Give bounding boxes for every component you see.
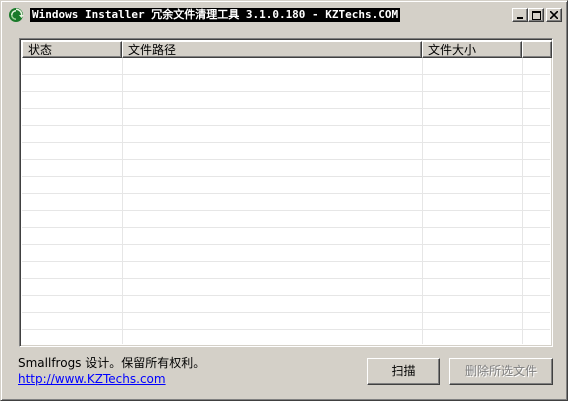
empty-row bbox=[22, 109, 550, 126]
website-link[interactable]: http://www.KZTechs.com bbox=[18, 372, 166, 386]
column-header-filler[interactable] bbox=[522, 41, 552, 58]
list-body[interactable] bbox=[22, 58, 550, 344]
title-bar[interactable]: Windows Installer 冗余文件清理工具 3.1.0.180 - K… bbox=[4, 4, 564, 26]
column-header-path[interactable]: 文件路径 bbox=[122, 41, 422, 58]
column-header-size[interactable]: 文件大小 bbox=[422, 41, 522, 58]
empty-row bbox=[22, 160, 550, 177]
app-recycle-icon[interactable] bbox=[8, 7, 24, 23]
close-button[interactable] bbox=[546, 8, 562, 22]
delete-selected-button[interactable]: 删除所选文件 bbox=[449, 358, 553, 385]
window-title: Windows Installer 冗余文件清理工具 3.1.0.180 - K… bbox=[30, 8, 401, 22]
file-list[interactable]: 状态 文件路径 文件大小 bbox=[19, 38, 553, 347]
empty-row bbox=[22, 143, 550, 160]
empty-row bbox=[22, 262, 550, 279]
empty-row bbox=[22, 211, 550, 228]
minimize-button[interactable] bbox=[512, 8, 528, 22]
maximize-button[interactable] bbox=[528, 8, 544, 22]
empty-row bbox=[22, 58, 550, 75]
empty-row bbox=[22, 279, 550, 296]
empty-row bbox=[22, 313, 550, 330]
empty-row bbox=[22, 330, 550, 346]
empty-row bbox=[22, 126, 550, 143]
close-icon bbox=[550, 11, 558, 19]
scan-button[interactable]: 扫描 bbox=[367, 358, 440, 385]
column-header-status[interactable]: 状态 bbox=[22, 41, 122, 58]
empty-row bbox=[22, 92, 550, 109]
copyright-text: Smallfrogs 设计。保留所有权利。 bbox=[18, 356, 206, 370]
empty-row bbox=[22, 296, 550, 313]
empty-row bbox=[22, 177, 550, 194]
empty-row bbox=[22, 228, 550, 245]
main-window: Windows Installer 冗余文件清理工具 3.1.0.180 - K… bbox=[0, 0, 568, 401]
empty-row bbox=[22, 194, 550, 211]
empty-row bbox=[22, 75, 550, 92]
list-header: 状态 文件路径 文件大小 bbox=[22, 41, 552, 58]
minimize-icon bbox=[517, 17, 523, 19]
empty-row bbox=[22, 245, 550, 262]
maximize-icon bbox=[531, 10, 541, 20]
